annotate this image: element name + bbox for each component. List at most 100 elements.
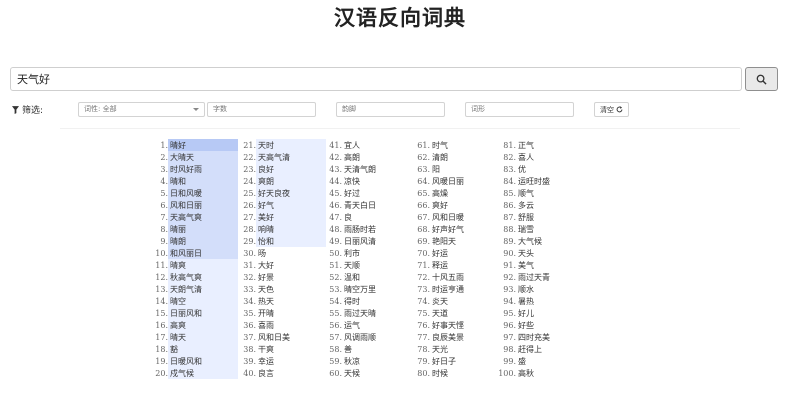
- result-item[interactable]: 52. 温和: [322, 272, 360, 284]
- result-item[interactable]: 5. 日和风暖: [148, 188, 202, 200]
- result-item[interactable]: 33. 天色: [236, 284, 274, 296]
- result-word[interactable]: 运旺时盛: [518, 177, 550, 186]
- result-word[interactable]: 好声好气: [432, 225, 464, 234]
- result-item[interactable]: 36. 喜雨: [236, 320, 274, 332]
- result-word[interactable]: 得时: [344, 297, 360, 306]
- result-word[interactable]: 善: [344, 345, 352, 354]
- result-item[interactable]: 1. 晴好: [148, 140, 186, 152]
- result-item[interactable]: 26. 好气: [236, 200, 274, 212]
- result-word[interactable]: 艳阳天: [432, 237, 456, 246]
- result-word[interactable]: 好气: [258, 201, 274, 210]
- result-word[interactable]: 好事天悭: [432, 321, 464, 330]
- result-item[interactable]: 67. 风和日暖: [410, 212, 464, 224]
- result-word[interactable]: 天头: [518, 249, 534, 258]
- result-word[interactable]: 阳: [432, 165, 440, 174]
- result-word[interactable]: 凉快: [344, 177, 360, 186]
- result-item[interactable]: 10. 和风丽日: [148, 248, 202, 260]
- result-item[interactable]: 7. 天高气爽: [148, 212, 202, 224]
- result-word[interactable]: 天道: [432, 309, 448, 318]
- result-item[interactable]: 24. 爽朗: [236, 176, 274, 188]
- result-item[interactable]: 74. 炎天: [410, 296, 448, 308]
- result-item[interactable]: 16. 高爽: [148, 320, 186, 332]
- result-word[interactable]: 好天良夜: [258, 189, 290, 198]
- result-item[interactable]: 13. 天朗气清: [148, 284, 202, 296]
- result-item[interactable]: 86. 多云: [496, 200, 534, 212]
- result-word[interactable]: 天时: [258, 141, 274, 150]
- result-word[interactable]: 日丽风和: [170, 309, 202, 318]
- result-item[interactable]: 80. 时候: [410, 368, 448, 380]
- result-item[interactable]: 32. 好景: [236, 272, 274, 284]
- result-item[interactable]: 88. 瑞雪: [496, 224, 534, 236]
- result-item[interactable]: 17. 晴天: [148, 332, 186, 344]
- result-item[interactable]: 59. 秋凉: [322, 356, 360, 368]
- result-item[interactable]: 43. 天清气朗: [322, 164, 376, 176]
- result-item[interactable]: 82. 喜人: [496, 152, 534, 164]
- result-word[interactable]: 和风丽日: [170, 249, 202, 258]
- result-item[interactable]: 61. 时气: [410, 140, 448, 152]
- result-item[interactable]: 66. 爽好: [410, 200, 448, 212]
- result-word[interactable]: 秋高气爽: [170, 273, 202, 282]
- result-item[interactable]: 22. 天高气清: [236, 152, 290, 164]
- result-item[interactable]: 94. 暑热: [496, 296, 534, 308]
- result-word[interactable]: 怡和: [258, 237, 274, 246]
- result-word[interactable]: 爽朗: [258, 177, 274, 186]
- result-item[interactable]: 77. 良辰美景: [410, 332, 464, 344]
- result-item[interactable]: 92. 雨过天青: [496, 272, 550, 284]
- result-item[interactable]: 81. 正气: [496, 140, 534, 152]
- result-item[interactable]: 99. 盛: [496, 356, 526, 368]
- result-word[interactable]: 温和: [344, 273, 360, 282]
- result-item[interactable]: 31. 大好: [236, 260, 274, 272]
- result-word[interactable]: 爽好: [432, 201, 448, 210]
- result-word[interactable]: 雨肠时若: [344, 225, 376, 234]
- result-word[interactable]: 运气: [344, 321, 360, 330]
- result-item[interactable]: 79. 好日子: [410, 356, 456, 368]
- result-item[interactable]: 18. 豁: [148, 344, 178, 356]
- result-word[interactable]: 幸运: [258, 357, 274, 366]
- result-item[interactable]: 93. 顺水: [496, 284, 534, 296]
- result-item[interactable]: 25. 好天良夜: [236, 188, 290, 200]
- result-item[interactable]: 19. 日暖风和: [148, 356, 202, 368]
- result-item[interactable]: 11. 晴爽: [148, 260, 186, 272]
- result-word[interactable]: 热天: [258, 297, 274, 306]
- result-item[interactable]: 62. 清朗: [410, 152, 448, 164]
- result-item[interactable]: 6. 风和日丽: [148, 200, 202, 212]
- result-word[interactable]: 秋凉: [344, 357, 360, 366]
- result-item[interactable]: 44. 凉快: [322, 176, 360, 188]
- result-word[interactable]: 旸: [258, 249, 266, 258]
- result-word[interactable]: 高朗: [344, 153, 360, 162]
- result-item[interactable]: 70. 好运: [410, 248, 448, 260]
- search-input[interactable]: [10, 67, 742, 91]
- result-word[interactable]: 大晴天: [170, 153, 194, 162]
- result-word[interactable]: 天顺: [344, 261, 360, 270]
- result-word[interactable]: 高秋: [518, 369, 534, 378]
- result-item[interactable]: 63. 阳: [410, 164, 440, 176]
- result-word[interactable]: 宜人: [344, 141, 360, 150]
- result-item[interactable]: 83. 优: [496, 164, 526, 176]
- result-item[interactable]: 50. 利市: [322, 248, 360, 260]
- result-item[interactable]: 30. 旸: [236, 248, 266, 260]
- shape-input[interactable]: 词形: [465, 102, 574, 117]
- result-word[interactable]: 青天白日: [344, 201, 376, 210]
- result-item[interactable]: 12. 秋高气爽: [148, 272, 202, 284]
- result-item[interactable]: 8. 晴丽: [148, 224, 186, 236]
- result-word[interactable]: 清朗: [432, 153, 448, 162]
- result-item[interactable]: 71. 释运: [410, 260, 448, 272]
- result-word[interactable]: 晴和: [170, 177, 186, 186]
- result-word[interactable]: 喜人: [518, 153, 534, 162]
- result-item[interactable]: 58. 善: [322, 344, 352, 356]
- result-item[interactable]: 21. 天时: [236, 140, 274, 152]
- result-item[interactable]: 29. 怡和: [236, 236, 274, 248]
- result-word[interactable]: 戍气候: [170, 369, 194, 378]
- result-word[interactable]: 优: [518, 165, 526, 174]
- result-word[interactable]: 豁: [170, 345, 178, 354]
- result-word[interactable]: 晴空万里: [344, 285, 376, 294]
- result-item[interactable]: 45. 好过: [322, 188, 360, 200]
- result-word[interactable]: 时运亨通: [432, 285, 464, 294]
- result-item[interactable]: 54. 得时: [322, 296, 360, 308]
- result-word[interactable]: 晴好: [170, 141, 186, 150]
- rhyme-input[interactable]: 韵脚: [336, 102, 445, 117]
- result-item[interactable]: 64. 风暖日丽: [410, 176, 464, 188]
- result-item[interactable]: 95. 好儿: [496, 308, 534, 320]
- result-word[interactable]: 释运: [432, 261, 448, 270]
- result-item[interactable]: 2. 大晴天: [148, 152, 194, 164]
